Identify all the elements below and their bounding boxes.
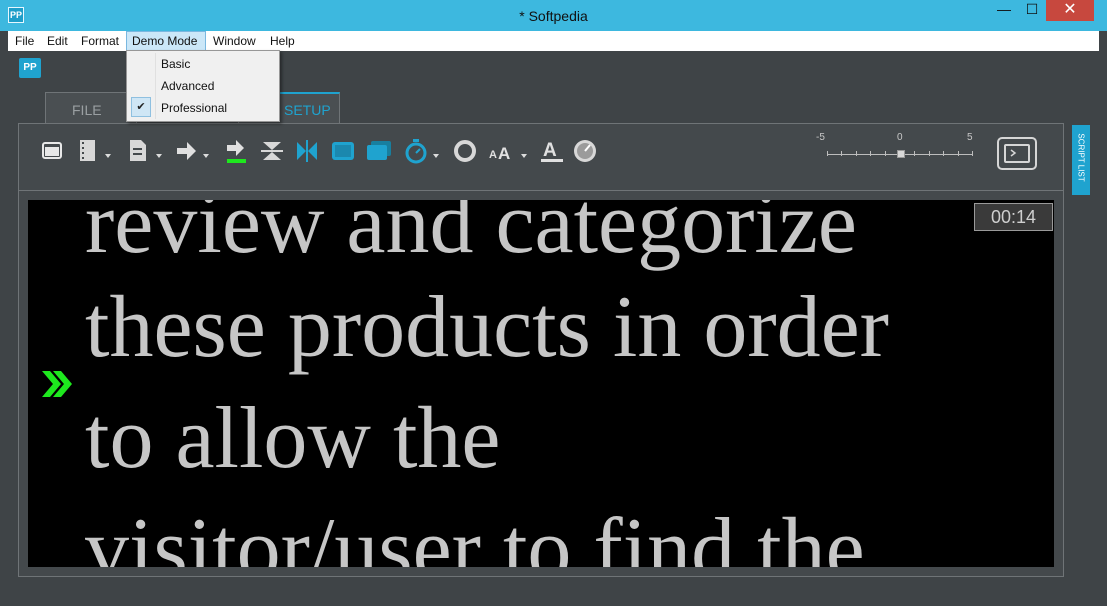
demo-mode-basic[interactable]: Basic [161, 54, 190, 74]
close-button[interactable]: ✕ [1046, 0, 1094, 21]
window-title: * Softpedia [519, 8, 588, 24]
slider-tick [856, 151, 857, 156]
menu-edit[interactable]: Edit [47, 31, 68, 51]
slider-tick [870, 151, 871, 156]
app-area: PP FILE SETUP A A A -5 0 5 review and ca… [8, 51, 1099, 598]
slider-tick [841, 151, 842, 156]
prompter-line: these products in order [85, 279, 889, 376]
font-size-icon[interactable]: A A [487, 138, 517, 164]
output-monitor-button[interactable] [997, 137, 1037, 170]
setup-panel: A A A -5 0 5 review and categorize these… [18, 123, 1064, 577]
menu-format[interactable]: Format [81, 31, 119, 51]
tab-file-label: FILE [72, 102, 102, 118]
menu-file[interactable]: File [15, 31, 34, 51]
script-icon[interactable] [127, 138, 149, 164]
arrow-cue-icon[interactable] [225, 138, 249, 164]
speed-gauge-icon[interactable] [572, 138, 598, 164]
tab-setup-label: SETUP [284, 102, 331, 118]
menu-window[interactable]: Window [213, 31, 256, 51]
svg-text:A: A [543, 140, 557, 161]
arrow-right-icon[interactable] [175, 138, 199, 164]
prompt-icon [1010, 149, 1017, 157]
maximize-button[interactable]: ☐ [1018, 0, 1046, 21]
slider-tick [929, 151, 930, 156]
title-bar: PP * Softpedia — ☐ ✕ [0, 0, 1107, 31]
font-color-icon[interactable]: A [539, 138, 565, 164]
prompter-display: review and categorize these products in … [28, 200, 1054, 567]
prompter-line: visitor/user to find the [85, 501, 865, 568]
script-list-tab[interactable]: SCRIPT LIST [1072, 125, 1090, 195]
menu-bar: File Edit Format Demo Mode Window Help [8, 31, 1099, 51]
flip-horizontal-icon[interactable] [294, 138, 320, 164]
timer-icon[interactable] [403, 138, 429, 164]
cue-marker-icon [42, 371, 72, 397]
menu-help[interactable]: Help [270, 31, 295, 51]
app-logo: PP [19, 58, 41, 78]
prompter-line: to allow the [85, 390, 501, 487]
menu-demo-mode[interactable]: Demo Mode [126, 31, 206, 51]
monitor-icon [1004, 144, 1030, 163]
svg-text:A: A [498, 144, 510, 163]
flip-vertical-icon[interactable] [259, 138, 285, 164]
document-dropdown-icon[interactable] [105, 154, 111, 158]
demo-mode-professional[interactable]: Professional [161, 98, 227, 118]
elapsed-timer: 00:14 [974, 203, 1053, 231]
checkmark-icon: ✔ [131, 97, 151, 117]
svg-text:A: A [489, 149, 497, 161]
arrow-dropdown-icon[interactable] [203, 154, 209, 158]
slider-tick [885, 151, 886, 156]
speed-label-max: 5 [967, 132, 973, 143]
tab-file[interactable]: FILE [45, 92, 137, 124]
font-size-dropdown-icon[interactable] [521, 154, 527, 158]
menu-separator [155, 53, 156, 119]
speed-label-min: -5 [816, 132, 825, 143]
timer-dropdown-icon[interactable] [433, 154, 439, 158]
script-list-label: SCRIPT LIST [1076, 133, 1086, 182]
minimize-button[interactable]: — [990, 0, 1018, 21]
speed-label-mid: 0 [897, 132, 903, 143]
toolbar: A A A -5 0 5 [19, 124, 1063, 191]
slider-tick [972, 151, 973, 156]
document-icon[interactable] [77, 138, 99, 164]
demo-mode-advanced[interactable]: Advanced [161, 76, 214, 96]
slider-tick [958, 151, 959, 156]
ring-icon[interactable] [452, 138, 478, 164]
slider-tick [943, 151, 944, 156]
slider-tick [827, 151, 828, 156]
display-icon[interactable] [330, 138, 356, 164]
prompter-line: review and categorize [85, 200, 857, 272]
window-icon[interactable] [39, 138, 65, 164]
script-dropdown-icon[interactable] [156, 154, 162, 158]
demo-mode-dropdown: Basic Advanced ✔ Professional [126, 50, 280, 122]
layers-icon[interactable] [365, 138, 393, 164]
speed-slider-thumb[interactable] [897, 150, 905, 158]
slider-tick [914, 151, 915, 156]
